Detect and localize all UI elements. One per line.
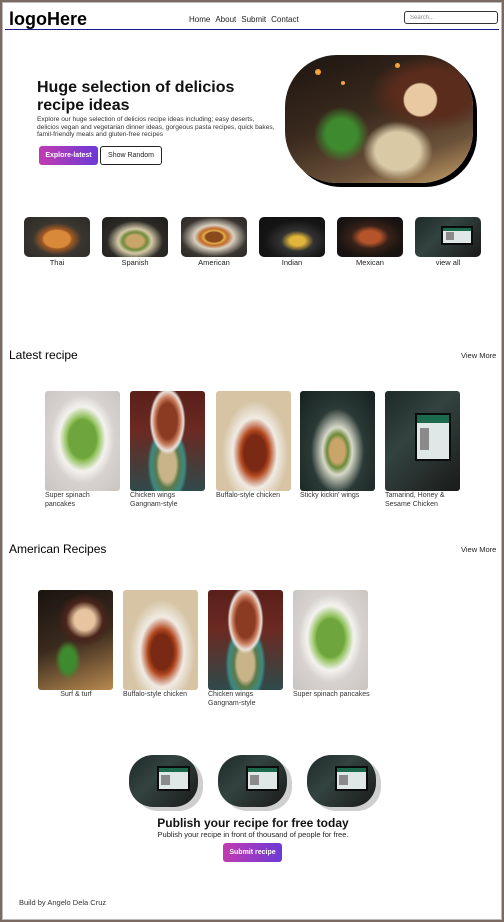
recipe-image (38, 590, 113, 690)
logo[interactable]: logoHere (9, 9, 87, 30)
submit-recipe-button[interactable]: Submit recipe (223, 843, 282, 862)
category-label: Mexican (356, 258, 384, 267)
recipe-image (293, 590, 368, 690)
category-label: Indian (281, 258, 303, 267)
latest-view-more-link[interactable]: View More (461, 351, 496, 360)
hero-image (285, 55, 473, 183)
category-label: view all (435, 258, 461, 267)
category-mexican[interactable]: Mexican (337, 217, 403, 267)
recipe-title: Surf & turf (60, 691, 92, 698)
recipe-card[interactable]: Surf & turf (38, 590, 114, 700)
recipe-image (300, 391, 375, 491)
category-image (415, 217, 481, 257)
recipe-card[interactable]: Buffalo-style chicken (216, 391, 296, 501)
publish-image (218, 755, 287, 807)
recipe-title: Buffalo-style chicken (216, 492, 281, 499)
category-spanish[interactable]: Spanish (102, 217, 168, 267)
category-label: Thai (49, 258, 65, 267)
recipe-image (208, 590, 283, 690)
nav-contact[interactable]: Contact (271, 15, 299, 24)
recipe-title: Sticky kickin' wings (300, 492, 360, 499)
publish-image (129, 755, 198, 807)
category-label: American (198, 258, 230, 267)
category-image (102, 217, 168, 257)
nav-submit[interactable]: Submit (241, 15, 266, 24)
american-section-title: American Recipes (9, 542, 107, 556)
main-nav: Home About Submit Contact (189, 15, 299, 24)
hero-description: Explore our huge selection of delicios r… (37, 116, 275, 139)
category-image (259, 217, 325, 257)
publish-description: Publish your recipe in front of thousand… (157, 830, 349, 839)
recipe-card[interactable]: Buffalo-style chicken (123, 590, 201, 700)
recipe-title: Chicken wings Gangnam-style (208, 691, 256, 707)
recipe-title: Tamarind, Honey & Sesame Chicken (385, 492, 445, 508)
page: logoHere Home About Submit Contact Huge … (2, 2, 502, 920)
category-american[interactable]: American (181, 217, 247, 267)
recipe-card[interactable]: Super spinach pancakes (293, 590, 371, 700)
nav-home[interactable]: Home (189, 15, 210, 24)
recipe-title: Super spinach pancakes (45, 492, 90, 508)
recipe-title: Buffalo-style chicken (123, 691, 188, 698)
recipe-image (130, 391, 205, 491)
recipe-image (45, 391, 120, 491)
category-image (24, 217, 90, 257)
recipe-image (385, 391, 460, 491)
recipe-card[interactable]: Tamarind, Honey & Sesame Chicken (385, 391, 463, 509)
header-divider (5, 29, 499, 30)
hero-title: Huge selection of delicios recipe ideas (37, 79, 235, 114)
category-thai[interactable]: Thai (24, 217, 90, 267)
recipe-card[interactable]: Sticky kickin' wings (300, 391, 378, 501)
footer-credit: Build by Angelo Dela Cruz (19, 898, 107, 907)
latest-section-title: Latest recipe (9, 348, 78, 362)
recipe-image (123, 590, 198, 690)
publish-title: Publish your recipe for free today (157, 816, 349, 830)
category-image (337, 217, 403, 257)
recipe-card[interactable]: Chicken wings Gangnam-style (208, 590, 286, 708)
category-view-all[interactable]: view all (415, 217, 481, 267)
nav-about[interactable]: About (215, 15, 236, 24)
recipe-image (216, 391, 291, 491)
category-image (181, 217, 247, 257)
recipe-title: Super spinach pancakes (293, 691, 370, 698)
show-random-button[interactable]: Show Random (100, 146, 162, 165)
recipe-title: Chicken wings Gangnam-style (130, 492, 178, 508)
explore-latest-button[interactable]: Explore-latest (39, 146, 98, 165)
search-input[interactable] (404, 11, 498, 24)
recipe-card[interactable]: Chicken wings Gangnam-style (130, 391, 208, 509)
category-indian[interactable]: Indian (259, 217, 325, 267)
american-view-more-link[interactable]: View More (461, 545, 496, 554)
recipe-card[interactable]: Super spinach pancakes (45, 391, 121, 509)
category-label: Spanish (121, 258, 149, 267)
publish-image (307, 755, 376, 807)
